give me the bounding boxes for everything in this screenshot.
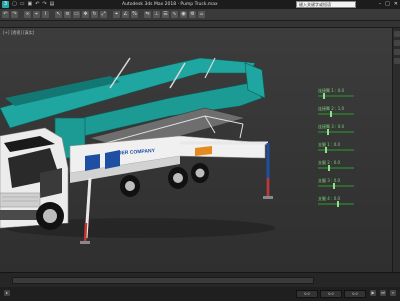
parameter-slider[interactable] <box>318 147 354 153</box>
link-icon[interactable]: ∞ <box>24 11 31 18</box>
parameter-row: 支腿 2 : 0.0 <box>318 160 388 178</box>
title-bar: 3 ▢ ▭ ▣ ↶ ↷ ▤ Autodesk 3ds Max 2018 · Pu… <box>0 0 400 9</box>
ribbon-strip <box>0 21 400 28</box>
region-select-icon[interactable]: ▭ <box>73 11 80 18</box>
save-icon[interactable]: ▣ <box>27 0 32 9</box>
play-icon[interactable]: ▶ <box>370 290 376 296</box>
x-coordinate[interactable]: 0.0 <box>296 290 318 298</box>
parameter-panel: 连接臂 1 : 0.0 连接臂 2 : 1.0 连接臂 3 : 0.0 支腿 1 : … <box>318 88 388 214</box>
y-coordinate[interactable]: 0.0 <box>320 290 342 298</box>
folder-icon[interactable]: ▤ <box>50 0 55 9</box>
zoom-icon[interactable]: ⌕ <box>390 290 396 296</box>
material-editor-icon[interactable]: ◉ <box>180 11 187 18</box>
modify-tab-icon[interactable] <box>394 40 400 46</box>
parameter-slider[interactable] <box>318 165 354 171</box>
curve-editor-icon[interactable]: ∿ <box>171 11 178 18</box>
slider-knob[interactable] <box>324 147 327 153</box>
close-icon[interactable]: ✕ <box>394 0 398 9</box>
command-panel-rail <box>392 28 400 272</box>
render-setup-icon[interactable]: ⚙ <box>189 11 196 18</box>
slider-knob[interactable] <box>333 183 336 189</box>
parameter-row: 连接臂 1 : 0.0 <box>318 88 388 106</box>
bottom-area: ▸ 0.0 0.0 0.0 ▶ ⏭ ⌕ <box>0 272 400 301</box>
parameter-row: 支腿 1 : 0.0 <box>318 142 388 160</box>
align-icon[interactable]: ⊥ <box>153 11 160 18</box>
create-tab-icon[interactable] <box>394 31 400 37</box>
z-coordinate[interactable]: 0.0 <box>344 290 366 298</box>
window-title: Autodesk 3ds Max 2018 · Pump Truck.max <box>122 2 218 7</box>
key-mode-icon[interactable]: ⏭ <box>380 290 386 296</box>
cab-door-window <box>40 168 62 198</box>
parameter-slider[interactable] <box>318 93 354 99</box>
grille <box>0 192 41 208</box>
select-by-name-icon[interactable]: ≡ <box>64 11 71 18</box>
angle-snap-icon[interactable]: ∠ <box>122 11 129 18</box>
slider-knob[interactable] <box>329 111 332 117</box>
wheel-front <box>36 202 64 230</box>
redo-button[interactable]: ↷ <box>11 11 18 18</box>
parameter-label: 连接臂 3 : 0.0 <box>318 124 345 129</box>
motion-tab-icon[interactable] <box>394 58 400 64</box>
unlink-icon[interactable]: ≁ <box>33 11 40 18</box>
percent-snap-icon[interactable]: % <box>131 11 138 18</box>
mirror-icon[interactable]: ⇋ <box>144 11 151 18</box>
slider-knob[interactable] <box>336 201 339 207</box>
parameter-slider[interactable] <box>318 111 354 117</box>
slider-knob[interactable] <box>326 129 329 135</box>
logo-stripe-blue-2 <box>85 154 100 171</box>
parameter-label: 连接臂 1 : 0.0 <box>318 88 345 93</box>
rotate-icon[interactable]: ↻ <box>91 11 98 18</box>
redo-icon[interactable]: ↷ <box>42 0 46 9</box>
slider-knob[interactable] <box>328 165 331 171</box>
script-listener-icon[interactable]: ▸ <box>4 290 10 296</box>
parameter-slider[interactable] <box>318 201 354 207</box>
render-icon[interactable]: ☕ <box>198 11 205 18</box>
parameter-label: 支腿 3 : 0.0 <box>318 178 341 183</box>
select-icon[interactable]: ↖ <box>55 11 62 18</box>
status-bar: ▸ 0.0 0.0 0.0 ▶ ⏭ ⌕ <box>0 287 400 301</box>
window-controls: – □ ✕ <box>379 0 398 9</box>
parameter-row: 连接臂 2 : 1.0 <box>318 106 388 124</box>
perspective-viewport[interactable]: [+] [透视] [真实] BIDER COMPANY 连接臂 1: 0.0 … <box>0 28 392 272</box>
parameter-slider[interactable] <box>318 183 354 189</box>
undo-button[interactable]: ↶ <box>2 11 9 18</box>
minimize-icon[interactable]: – <box>379 0 382 9</box>
parameter-row: 支腿 3 : 0.0 <box>318 178 388 196</box>
hierarchy-tab-icon[interactable] <box>394 49 400 55</box>
maximize-icon[interactable]: □ <box>385 0 390 9</box>
new-file-icon[interactable]: ▢ <box>12 0 17 9</box>
parameter-row: 支腿 4 : 0.0 <box>318 196 388 214</box>
bind-icon[interactable]: ⌇ <box>42 11 49 18</box>
open-file-icon[interactable]: ▭ <box>20 0 25 9</box>
parameter-slider[interactable] <box>318 129 354 135</box>
layers-icon[interactable]: ☰ <box>162 11 169 18</box>
slider-knob[interactable] <box>323 93 326 99</box>
quick-access-toolbar: ▢ ▭ ▣ ↶ ↷ ▤ <box>12 0 54 9</box>
scale-icon[interactable]: ⤢ <box>100 11 107 18</box>
snap-icon[interactable]: ⌖ <box>113 11 120 18</box>
wheel-mid-1 <box>120 175 140 197</box>
parameter-row: 连接臂 3 : 0.0 <box>318 124 388 142</box>
wheel-rear-2 <box>191 163 209 183</box>
move-icon[interactable]: ✥ <box>82 11 89 18</box>
time-slider[interactable] <box>12 277 314 284</box>
search-input[interactable]: 键入关键字或短语 <box>296 1 356 8</box>
app-logo[interactable]: 3 <box>2 1 9 8</box>
parameter-label: 支腿 1 : 0.0 <box>318 142 341 147</box>
main-toolbar: ↶ ↷ ∞ ≁ ⌇ ↖ ≡ ▭ ✥ ↻ ⤢ ⌖ ∠ % ⇋ ⊥ ☰ ∿ ◉ ⚙ … <box>0 9 400 21</box>
undo-icon[interactable]: ↶ <box>35 0 39 9</box>
wheel-rear-1 <box>168 167 188 189</box>
